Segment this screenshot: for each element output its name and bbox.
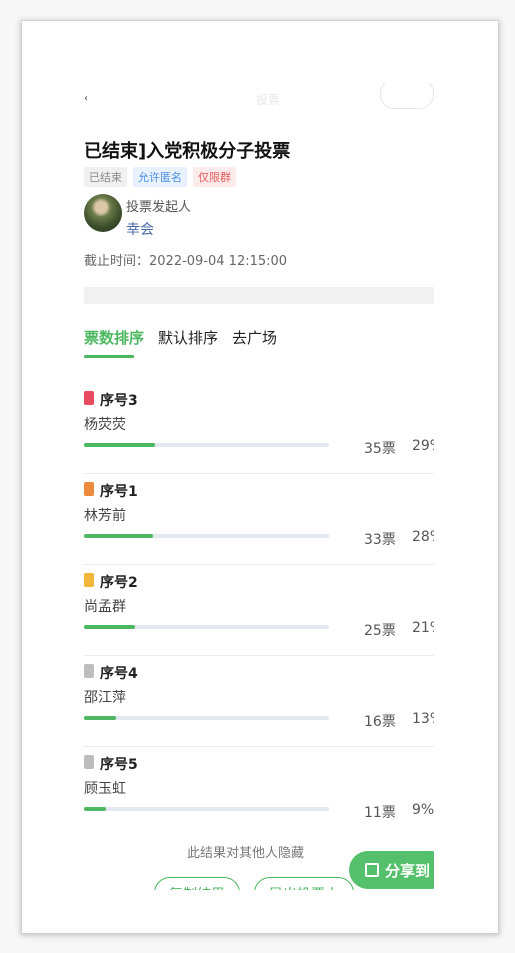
candidate-seq: 序号5 — [100, 757, 138, 773]
group-only-badge: 仅限群 — [193, 167, 236, 187]
candidate-name: 尚孟群 — [84, 599, 126, 615]
anonymous-badge: 允许匿名 — [133, 167, 187, 187]
rank-badge — [84, 755, 94, 769]
vote-count: 16票 — [364, 714, 396, 730]
vote-percent: 21% — [412, 620, 434, 636]
initiator-label: 投票发起人 — [126, 200, 192, 215]
progress-fill — [84, 716, 116, 720]
vote-count: 11票 — [364, 805, 396, 821]
progress-track — [84, 625, 329, 629]
hidden-result-note: 此结果对其他人隐藏 — [187, 846, 305, 861]
export-voters-button[interactable]: 导出投票人 — [254, 877, 354, 890]
tab-default-sort[interactable]: 默认排序 — [158, 327, 218, 348]
rank-badge — [84, 664, 94, 678]
deadline: 截止时间：2022-09-04 12:15:00 — [84, 254, 288, 269]
candidate-name: 邵江萍 — [84, 690, 126, 706]
status-badge: 已结束 — [84, 167, 127, 187]
progress-track — [84, 534, 329, 538]
vote-count: 25票 — [364, 623, 396, 639]
rank-badge — [84, 573, 94, 587]
candidate-name: 林芳前 — [84, 508, 126, 524]
progress-fill — [84, 807, 107, 811]
avatar[interactable] — [84, 194, 122, 232]
initiator-name[interactable]: 幸会 — [126, 219, 154, 239]
top-bar: ‹ 投票 — [84, 83, 434, 109]
rank-badge — [84, 391, 94, 405]
menu-capsule[interactable] — [380, 83, 434, 109]
candidate-seq: 序号4 — [100, 666, 138, 682]
vote-percent: 13% — [412, 711, 434, 727]
share-button[interactable]: 分享到 — [349, 851, 434, 889]
back-icon[interactable]: ‹ — [84, 93, 88, 104]
vote-percent: 29% — [412, 438, 434, 454]
vote-percent: 9% — [412, 802, 434, 818]
progress-fill — [84, 534, 153, 538]
vote-percent: 28% — [412, 529, 434, 545]
share-icon — [365, 863, 379, 877]
active-tab-indicator — [84, 355, 134, 358]
poll-tags: 已结束 允许匿名 仅限群 — [84, 167, 236, 187]
candidate-seq: 序号2 — [100, 575, 138, 591]
page-title: 投票 — [256, 93, 281, 107]
section-divider — [84, 287, 434, 304]
progress-fill — [84, 625, 136, 629]
vote-count: 33票 — [364, 532, 396, 548]
copy-result-button[interactable]: 复制结果 — [154, 877, 240, 890]
progress-track — [84, 807, 329, 811]
vote-count: 35票 — [364, 441, 396, 457]
tab-square[interactable]: 去广场 — [232, 327, 277, 348]
list-item[interactable]: 序号5 顾玉虹 11票 9% — [84, 747, 434, 837]
progress-fill — [84, 443, 156, 447]
list-item[interactable]: 序号4 邵江萍 16票 13% — [84, 656, 434, 747]
candidate-name: 顾玉虹 — [84, 781, 126, 797]
progress-track — [84, 443, 329, 447]
candidate-seq: 序号3 — [100, 393, 138, 409]
list-item[interactable]: 序号2 尚孟群 25票 21% — [84, 565, 434, 656]
list-item[interactable]: 序号1 林芳前 33票 28% — [84, 474, 434, 565]
poll-result-page: ‹ 投票 已结束]入党积极分子投票 已结束 允许匿名 仅限群 投票发起人 幸会 … — [84, 83, 434, 890]
share-label: 分享到 — [385, 861, 431, 880]
candidate-seq: 序号1 — [100, 484, 138, 500]
list-item[interactable]: 序号3 杨荧荧 35票 29% — [84, 383, 434, 474]
progress-track — [84, 716, 329, 720]
sort-tabs: 票数排序 默认排序 去广场 — [84, 327, 277, 348]
candidate-list: 序号3 杨荧荧 35票 29% 序号1 林芳前 33票 28% 序号2 尚孟群 … — [84, 383, 434, 837]
app-window: ‹ 投票 已结束]入党积极分子投票 已结束 允许匿名 仅限群 投票发起人 幸会 … — [21, 20, 499, 934]
tab-vote-sort[interactable]: 票数排序 — [84, 327, 144, 348]
poll-title: 已结束]入党积极分子投票 — [84, 141, 291, 162]
rank-badge — [84, 482, 94, 496]
candidate-name: 杨荧荧 — [84, 417, 126, 433]
